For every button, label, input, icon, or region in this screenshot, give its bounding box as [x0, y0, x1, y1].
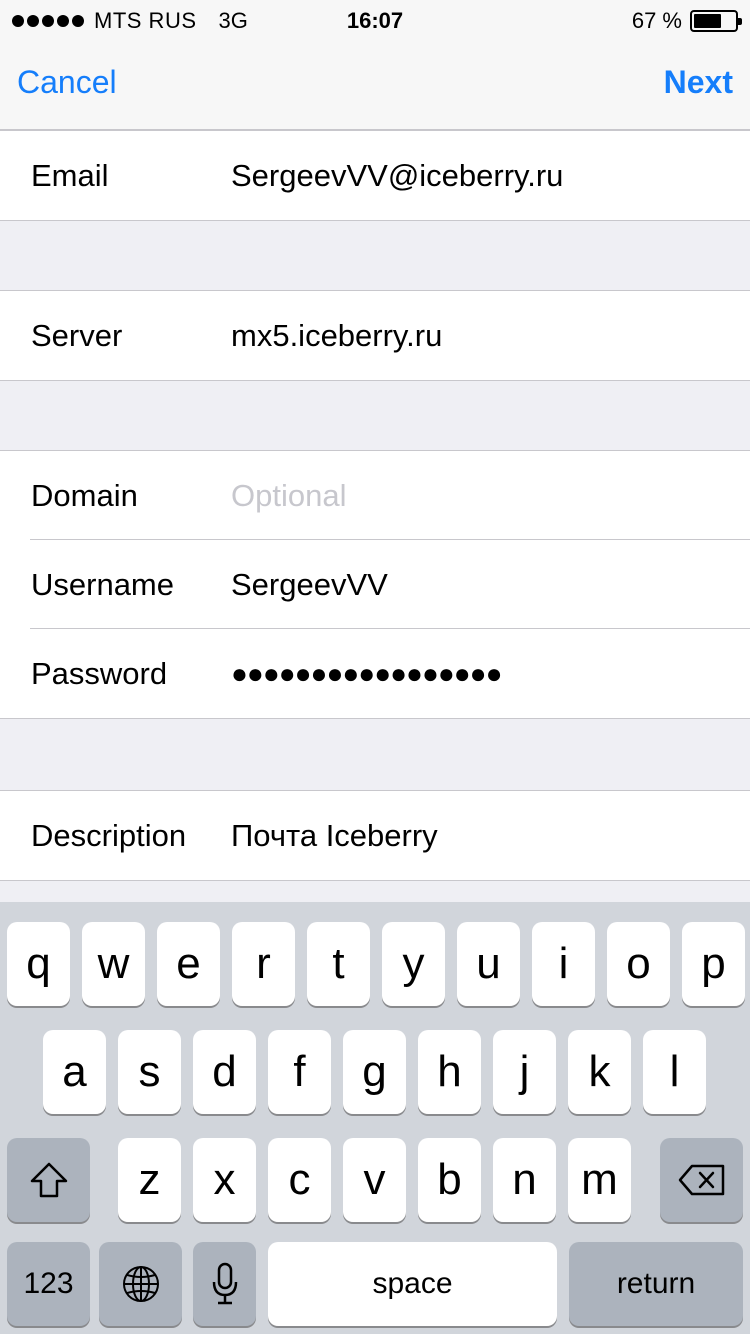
email-group: Email SergeevVV@iceberry.ru — [0, 130, 750, 221]
key-f[interactable]: f — [268, 1030, 331, 1114]
onscreen-keyboard: qwertyuiop asdfghjkl zxcvbnm 123 space r… — [0, 902, 750, 1334]
key-j[interactable]: j — [493, 1030, 556, 1114]
shift-key[interactable] — [7, 1138, 90, 1222]
key-m[interactable]: m — [568, 1138, 631, 1222]
key-i[interactable]: i — [532, 922, 595, 1006]
key-c[interactable]: c — [268, 1138, 331, 1222]
key-a[interactable]: a — [43, 1030, 106, 1114]
email-row[interactable]: Email SergeevVV@iceberry.ru — [0, 131, 750, 220]
key-e[interactable]: e — [157, 922, 220, 1006]
key-v[interactable]: v — [343, 1138, 406, 1222]
server-field[interactable]: mx5.iceberry.ru — [231, 318, 442, 354]
battery-level-fill — [694, 14, 721, 28]
battery-percentage: 67 % — [631, 8, 682, 33]
status-bar: MTS RUS 3G 16:07 67 % — [0, 0, 750, 40]
description-group: Description Почта Iceberry — [0, 790, 750, 881]
username-label: Username — [31, 566, 174, 602]
key-o[interactable]: o — [607, 922, 670, 1006]
microphone-icon — [212, 1262, 237, 1305]
password-field[interactable]: ●●●●●●●●●●●●●●●●● — [231, 658, 503, 690]
key-y[interactable]: y — [382, 922, 445, 1006]
server-label: Server — [31, 317, 123, 353]
key-k[interactable]: k — [568, 1030, 631, 1114]
space-key[interactable]: space — [268, 1242, 557, 1326]
key-w[interactable]: w — [82, 922, 145, 1006]
domain-row[interactable]: Domain Optional — [0, 451, 750, 540]
server-row[interactable]: Server mx5.iceberry.ru — [0, 291, 750, 380]
password-row[interactable]: Password ●●●●●●●●●●●●●●●●● — [0, 628, 750, 718]
status-bar-right: 67 % — [631, 8, 742, 34]
key-g[interactable]: g — [343, 1030, 406, 1114]
cancel-button[interactable]: Cancel — [17, 64, 117, 101]
key-h[interactable]: h — [418, 1030, 481, 1114]
key-q[interactable]: q — [7, 922, 70, 1006]
server-group: Server mx5.iceberry.ru — [0, 290, 750, 381]
username-row[interactable]: Username SergeevVV — [0, 539, 750, 629]
domain-label: Domain — [31, 477, 138, 513]
dictation-key[interactable] — [193, 1242, 256, 1326]
key-u[interactable]: u — [457, 922, 520, 1006]
domain-field[interactable]: Optional — [231, 478, 346, 514]
battery-icon — [690, 10, 742, 32]
globe-icon — [122, 1266, 159, 1302]
numbers-key[interactable]: 123 — [7, 1242, 90, 1326]
next-button[interactable]: Next — [664, 64, 733, 101]
key-p[interactable]: p — [682, 922, 745, 1006]
key-d[interactable]: d — [193, 1030, 256, 1114]
description-row[interactable]: Description Почта Iceberry — [0, 791, 750, 880]
email-field[interactable]: SergeevVV@iceberry.ru — [231, 158, 563, 194]
shift-icon — [30, 1162, 67, 1198]
description-label: Description — [31, 817, 187, 853]
key-x[interactable]: x — [193, 1138, 256, 1222]
backspace-icon — [678, 1164, 724, 1196]
key-n[interactable]: n — [493, 1138, 556, 1222]
navigation-bar: Cancel Next — [0, 40, 750, 130]
credentials-group: Domain Optional Username SergeevVV Passw… — [0, 450, 750, 719]
key-b[interactable]: b — [418, 1138, 481, 1222]
username-field[interactable]: SergeevVV — [231, 567, 388, 603]
email-label: Email — [31, 157, 109, 193]
description-field[interactable]: Почта Iceberry — [231, 818, 438, 854]
key-l[interactable]: l — [643, 1030, 706, 1114]
globe-key[interactable] — [99, 1242, 182, 1326]
return-key[interactable]: return — [569, 1242, 743, 1326]
key-t[interactable]: t — [307, 922, 370, 1006]
password-label: Password — [31, 655, 168, 691]
backspace-key[interactable] — [660, 1138, 743, 1222]
key-z[interactable]: z — [118, 1138, 181, 1222]
key-s[interactable]: s — [118, 1030, 181, 1114]
key-r[interactable]: r — [232, 922, 295, 1006]
